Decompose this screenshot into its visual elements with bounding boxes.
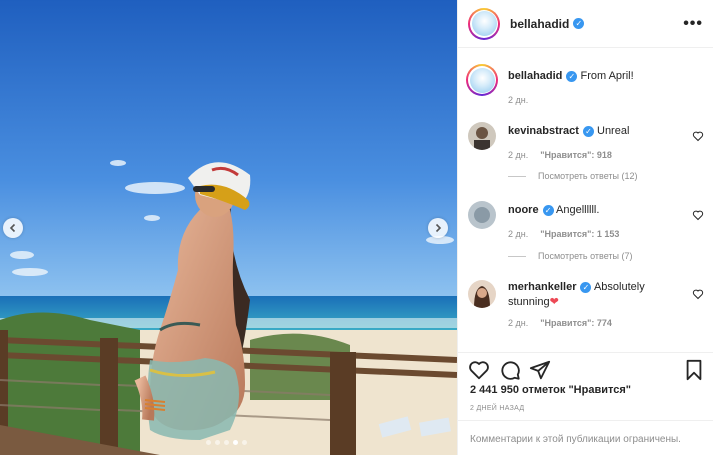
- share-icon[interactable]: [529, 359, 551, 381]
- bookmark-icon[interactable]: [684, 359, 704, 381]
- post-photo: [0, 0, 457, 455]
- comment-text: Angellllll.: [556, 204, 600, 216]
- carousel-dot: [233, 440, 238, 445]
- chevron-right-icon: [435, 223, 442, 233]
- carousel-dot: [242, 440, 247, 445]
- comment-icon[interactable]: [499, 359, 521, 381]
- comment-username[interactable]: noore: [508, 204, 539, 216]
- post-timestamp[interactable]: 2 ДНЕЙ НАЗАД: [470, 405, 524, 412]
- comment-username[interactable]: kevinabstract: [508, 125, 579, 137]
- caption-meta: 2 дн.: [508, 93, 684, 108]
- post-panel: bellahadid ✓ ••• bellahadid ✓ From April!…: [457, 0, 713, 455]
- chevron-left-icon: [9, 223, 16, 233]
- carousel-dot: [215, 440, 220, 445]
- heart-icon[interactable]: [468, 359, 490, 381]
- verified-badge-icon: ✓: [573, 18, 585, 29]
- verified-badge-icon: ✓: [566, 70, 578, 82]
- view-replies-label[interactable]: Посмотреть ответы (12): [538, 171, 638, 181]
- commenter-avatar[interactable]: [468, 122, 496, 150]
- caption-username[interactable]: bellahadid: [508, 70, 562, 82]
- post-actions: 2 441 950 отметок "Нравится" 2 ДНЕЙ НАЗА…: [458, 352, 713, 420]
- author-username[interactable]: bellahadid: [510, 17, 569, 31]
- post-media[interactable]: [0, 0, 457, 455]
- verified-badge-icon: ✓: [582, 125, 594, 137]
- comment-username[interactable]: merhankeller: [508, 281, 576, 293]
- next-slide-button[interactable]: [428, 218, 448, 238]
- commenter-avatar[interactable]: [468, 201, 496, 229]
- commenter-avatar[interactable]: [468, 280, 496, 308]
- view-replies-button[interactable]: Посмотреть ответы (12): [508, 171, 638, 181]
- comment-likes[interactable]: "Нравится": 1 153: [540, 229, 619, 239]
- author-avatar[interactable]: [466, 64, 498, 96]
- comment-emoji: ❤: [549, 296, 559, 308]
- carousel-indicator: [206, 440, 247, 445]
- comment-text: Unreal: [597, 125, 630, 137]
- view-replies-button[interactable]: Посмотреть ответы (7): [508, 251, 633, 261]
- carousel-dot: [224, 440, 229, 445]
- caption-time[interactable]: 2 дн.: [508, 95, 528, 105]
- post-header: bellahadid ✓ •••: [458, 0, 713, 48]
- verified-badge-icon: ✓: [542, 204, 554, 216]
- comment-likes[interactable]: "Нравится": 918: [540, 150, 612, 160]
- like-comment-icon[interactable]: [692, 130, 704, 142]
- comment-time[interactable]: 2 дн.: [508, 318, 528, 328]
- like-count[interactable]: 2 441 950 отметок "Нравится": [470, 384, 631, 396]
- author-avatar[interactable]: [468, 7, 500, 40]
- caption-text: From April!: [580, 70, 634, 82]
- carousel-dot: [206, 440, 211, 445]
- view-replies-label[interactable]: Посмотреть ответы (7): [538, 251, 633, 261]
- like-comment-icon[interactable]: [692, 288, 704, 300]
- more-options-icon[interactable]: •••: [683, 15, 703, 33]
- verified-badge-icon: ✓: [580, 281, 592, 293]
- comment-likes[interactable]: "Нравится": 774: [540, 318, 612, 328]
- previous-slide-button[interactable]: [3, 218, 23, 238]
- like-comment-icon[interactable]: [692, 209, 704, 221]
- comment-time[interactable]: 2 дн.: [508, 150, 528, 160]
- comments-list: bellahadid ✓ From April! 2 дн. kevinabstr…: [458, 48, 713, 352]
- comments-restricted-notice: Комментарии к этой публикации ограничены…: [458, 420, 713, 455]
- comment-time[interactable]: 2 дн.: [508, 229, 528, 239]
